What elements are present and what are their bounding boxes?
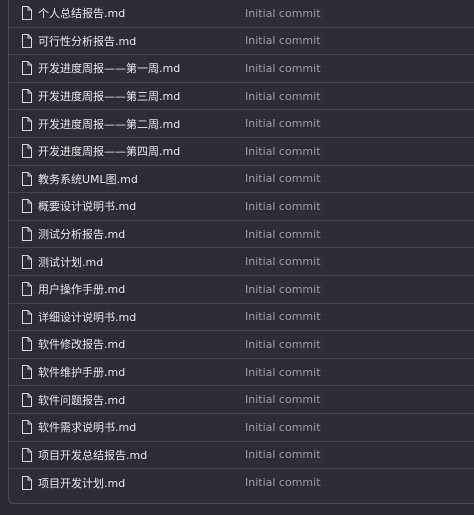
- commit-message[interactable]: Initial commit: [245, 255, 321, 268]
- commit-message[interactable]: Initial commit: [245, 117, 321, 130]
- file-icon: [22, 61, 32, 76]
- commit-message[interactable]: Initial commit: [245, 200, 321, 213]
- file-link[interactable]: 开发进度周报——第二周.md: [38, 116, 180, 132]
- list-item[interactable]: 软件维护手册.md Initial commit: [9, 359, 474, 387]
- commit-message[interactable]: Initial commit: [245, 145, 321, 158]
- file-link[interactable]: 教务系统UML图.md: [38, 171, 138, 187]
- file-link[interactable]: 软件需求说明书.md: [38, 419, 136, 435]
- file-icon: [22, 447, 32, 462]
- commit-message[interactable]: Initial commit: [245, 338, 321, 351]
- list-item[interactable]: 开发进度周报——第二周.md Initial commit: [9, 110, 474, 138]
- list-item[interactable]: 开发进度周报——第一周.md Initial commit: [9, 55, 474, 83]
- list-item[interactable]: 教务系统UML图.md Initial commit: [9, 166, 474, 194]
- file-list: 个人总结报告.md Initial commit 可行性分析报告.md Init…: [8, 0, 474, 504]
- list-item[interactable]: 用户操作手册.md Initial commit: [9, 276, 474, 304]
- file-icon: [22, 144, 32, 159]
- list-item[interactable]: 开发进度周报——第四周.md Initial commit: [9, 138, 474, 166]
- list-item[interactable]: 项目开发计划.md Initial commit: [9, 469, 474, 497]
- list-item[interactable]: 开发进度周报——第三周.md Initial commit: [9, 83, 474, 111]
- commit-message[interactable]: Initial commit: [245, 310, 321, 323]
- file-link[interactable]: 测试计划.md: [38, 254, 103, 270]
- file-icon: [22, 33, 32, 48]
- list-item[interactable]: 概要设计说明书.md Initial commit: [9, 193, 474, 221]
- commit-message[interactable]: Initial commit: [245, 448, 321, 461]
- file-link[interactable]: 概要设计说明书.md: [38, 198, 136, 214]
- list-item[interactable]: 测试分析报告.md Initial commit: [9, 221, 474, 249]
- file-icon: [22, 365, 32, 380]
- commit-message[interactable]: Initial commit: [245, 228, 321, 241]
- commit-message[interactable]: Initial commit: [245, 34, 321, 47]
- file-icon: [22, 420, 32, 435]
- file-link[interactable]: 可行性分析报告.md: [38, 33, 136, 49]
- commit-message[interactable]: Initial commit: [245, 283, 321, 296]
- list-item[interactable]: 测试计划.md Initial commit: [9, 248, 474, 276]
- file-link[interactable]: 软件修改报告.md: [38, 336, 125, 352]
- file-icon: [22, 282, 32, 297]
- commit-message[interactable]: Initial commit: [245, 90, 321, 103]
- file-link[interactable]: 软件维护手册.md: [38, 364, 125, 380]
- commit-message[interactable]: Initial commit: [245, 7, 321, 20]
- file-icon: [22, 227, 32, 242]
- file-icon: [22, 254, 32, 269]
- file-icon: [22, 89, 32, 104]
- list-item[interactable]: 项目开发总结报告.md Initial commit: [9, 442, 474, 470]
- list-item[interactable]: 软件修改报告.md Initial commit: [9, 331, 474, 359]
- file-icon: [22, 392, 32, 407]
- file-link[interactable]: 测试分析报告.md: [38, 226, 125, 242]
- commit-message[interactable]: Initial commit: [245, 366, 321, 379]
- list-item[interactable]: 可行性分析报告.md Initial commit: [9, 28, 474, 56]
- commit-message[interactable]: Initial commit: [245, 421, 321, 434]
- file-link[interactable]: 个人总结报告.md: [38, 5, 125, 21]
- file-link[interactable]: 详细设计说明书.md: [38, 309, 136, 325]
- file-link[interactable]: 开发进度周报——第一周.md: [38, 60, 180, 76]
- commit-message[interactable]: Initial commit: [245, 393, 321, 406]
- file-link[interactable]: 开发进度周报——第三周.md: [38, 88, 180, 104]
- file-icon: [22, 199, 32, 214]
- list-item[interactable]: 详细设计说明书.md Initial commit: [9, 304, 474, 332]
- file-icon: [22, 171, 32, 186]
- file-icon: [22, 6, 32, 21]
- commit-message[interactable]: Initial commit: [245, 172, 321, 185]
- file-icon: [22, 309, 32, 324]
- file-link[interactable]: 用户操作手册.md: [38, 281, 125, 297]
- file-link[interactable]: 项目开发计划.md: [38, 475, 125, 491]
- file-icon: [22, 337, 32, 352]
- file-icon: [22, 116, 32, 131]
- list-item[interactable]: 软件需求说明书.md Initial commit: [9, 414, 474, 442]
- commit-message[interactable]: Initial commit: [245, 476, 321, 489]
- list-item[interactable]: 软件问题报告.md Initial commit: [9, 386, 474, 414]
- file-link[interactable]: 软件问题报告.md: [38, 392, 125, 408]
- file-icon: [22, 475, 32, 490]
- file-link[interactable]: 开发进度周报——第四周.md: [38, 143, 180, 159]
- file-link[interactable]: 项目开发总结报告.md: [38, 447, 147, 463]
- commit-message[interactable]: Initial commit: [245, 62, 321, 75]
- list-item[interactable]: 个人总结报告.md Initial commit: [9, 0, 474, 28]
